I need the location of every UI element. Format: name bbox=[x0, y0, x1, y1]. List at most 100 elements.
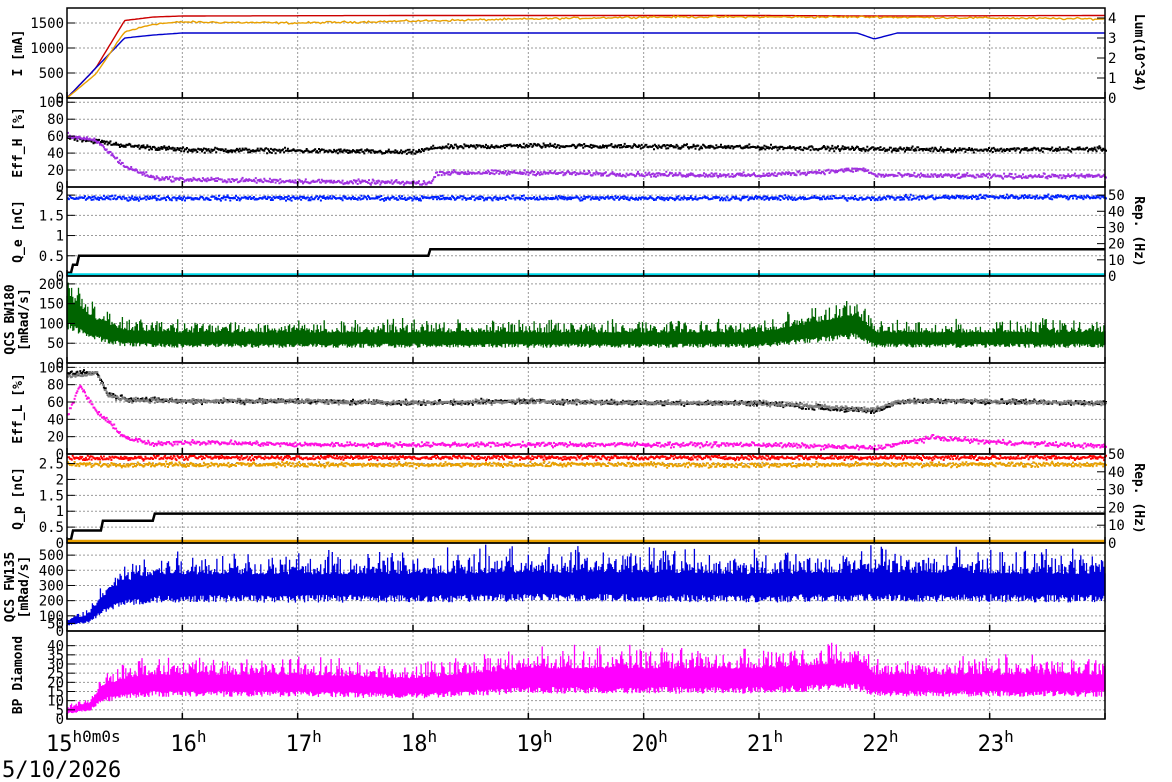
time-label: 17h bbox=[286, 727, 322, 757]
y-tick-label: 40 bbox=[47, 146, 64, 162]
panel-8: 0510152025303540BP Diamond bbox=[11, 630, 1106, 728]
y-tick-label: 60 bbox=[47, 395, 64, 411]
series-band-1 bbox=[66, 642, 1106, 714]
y-tick-label: 1 bbox=[56, 504, 64, 520]
y2-tick-label: 20 bbox=[1108, 500, 1125, 516]
y-tick-label: 60 bbox=[47, 129, 64, 145]
y2-tick-label: 30 bbox=[1108, 483, 1125, 499]
trend-chart: 05001000150001234 Lum(10^34)I [mA]0204060… bbox=[2, 7, 1146, 782]
y2-tick-label: 1 bbox=[1108, 71, 1116, 87]
y-tick-label: 100 bbox=[39, 360, 64, 376]
y2-tick-label: 20 bbox=[1108, 237, 1125, 253]
y-axis-label: Q_e [nC] bbox=[11, 200, 26, 263]
y2-tick-label: 30 bbox=[1108, 220, 1125, 236]
y-tick-label: 1500 bbox=[30, 16, 64, 32]
series-line-3 bbox=[67, 512, 1105, 541]
y-tick-label: 1 bbox=[56, 229, 64, 245]
y2-tick-label: 10 bbox=[1108, 253, 1125, 269]
series-band-1 bbox=[66, 282, 1106, 348]
y-tick-label: 20 bbox=[47, 430, 64, 446]
panel-1: 05001000150001234 Lum(10^34)I [mA] bbox=[11, 7, 1146, 107]
y-tick-label: 80 bbox=[47, 378, 64, 394]
panel-2: 020406080100Eff_H [%] bbox=[11, 95, 1107, 196]
panel-3: 00.511.5201020304050Rep. (Hz)Q_e [nC] bbox=[11, 186, 1146, 285]
panel-7: 050100200300400500QCS FW135 [mRad/s] bbox=[3, 542, 1106, 640]
panels-group: 05001000150001234 Lum(10^34)I [mA]0204060… bbox=[3, 7, 1146, 728]
y-tick-label: 500 bbox=[39, 548, 64, 564]
y-tick-label: 200 bbox=[39, 594, 64, 610]
time-label: 16h bbox=[170, 727, 206, 757]
time-label: 20h bbox=[632, 727, 668, 757]
panel-frame bbox=[66, 7, 1106, 99]
panel-4: 050100150200QCS BW180 [mRad/s] bbox=[3, 275, 1106, 372]
y2-axis-label: Rep. (Hz) bbox=[1131, 196, 1146, 266]
y2-tick-label: 10 bbox=[1108, 518, 1125, 534]
y-axis-label: BP Diamond bbox=[11, 636, 26, 714]
series-points-2 bbox=[67, 460, 1107, 470]
y-tick-label: 1.5 bbox=[39, 208, 64, 224]
y2-tick-label: 50 bbox=[1108, 188, 1125, 204]
y-axis-label: Q_p [nC] bbox=[11, 467, 26, 530]
time-axis: 15h0m0s 16h 17h 18h 19h 20h 21h 22h 23h bbox=[46, 727, 1014, 757]
y-tick-label: 40 bbox=[47, 639, 64, 655]
y-axis-label: I [mA] bbox=[11, 30, 26, 77]
panel-frame bbox=[66, 453, 1106, 544]
panel-frame bbox=[66, 186, 1106, 277]
y2-axis-label: Lum(10^34) bbox=[1131, 14, 1146, 92]
time-label: 21h bbox=[747, 727, 783, 757]
series-points-3 bbox=[67, 384, 1107, 451]
y2-tick-label: 0 bbox=[1108, 536, 1116, 552]
series-band-1 bbox=[66, 544, 1106, 626]
y-tick-label: 80 bbox=[47, 112, 64, 128]
y2-tick-label: 0 bbox=[1108, 91, 1116, 107]
y-axis-label: QCS BW180 bbox=[3, 284, 18, 355]
time-label-start: 15h0m0s bbox=[46, 727, 121, 757]
y2-tick-label: 4 bbox=[1108, 11, 1116, 27]
series-points-1 bbox=[67, 454, 1107, 462]
y-tick-label: 100 bbox=[39, 609, 64, 625]
y-tick-label: 0.5 bbox=[39, 249, 64, 265]
panel-frame bbox=[66, 275, 1106, 364]
y-tick-label: 1000 bbox=[30, 41, 64, 57]
y-tick-label: 100 bbox=[39, 95, 64, 111]
y-axis-label: Eff_L [%] bbox=[11, 373, 26, 443]
time-label: 23h bbox=[978, 727, 1014, 757]
y-tick-label: 40 bbox=[47, 412, 64, 428]
y-tick-label: 2 bbox=[56, 472, 64, 488]
y-axis-label: Eff_H [%] bbox=[11, 107, 26, 177]
y-tick-label: 200 bbox=[39, 277, 64, 293]
series-line-3 bbox=[66, 14, 1106, 99]
series-line-2 bbox=[67, 248, 1105, 275]
series-line-1 bbox=[66, 14, 1105, 99]
y-axis-label-line2: [mRad/s] bbox=[17, 288, 32, 351]
y-tick-label: 100 bbox=[39, 316, 64, 332]
date-label: 5/10/2026 bbox=[2, 758, 121, 782]
time-label: 19h bbox=[516, 727, 552, 757]
y-tick-label: 150 bbox=[39, 297, 64, 313]
y2-tick-label: 40 bbox=[1108, 465, 1125, 481]
y-axis-label-line2: [mRad/s] bbox=[17, 556, 32, 619]
y2-tick-label: 2 bbox=[1108, 51, 1116, 67]
y2-tick-label: 3 bbox=[1108, 31, 1116, 47]
y-tick-label: 20 bbox=[47, 163, 64, 179]
y-tick-label: 1.5 bbox=[39, 488, 64, 504]
y-tick-label: 300 bbox=[39, 578, 64, 594]
y-tick-label: 2.5 bbox=[39, 457, 64, 473]
y2-tick-label: 50 bbox=[1108, 447, 1125, 463]
series-points-1 bbox=[67, 135, 1107, 155]
y2-tick-label: 0 bbox=[1108, 269, 1116, 285]
panel-6: 00.511.522.501020304050Rep. (Hz)Q_p [nC] bbox=[11, 447, 1146, 552]
y-tick-label: 400 bbox=[39, 563, 64, 579]
series-points-2 bbox=[67, 371, 1107, 413]
y-tick-label: 500 bbox=[39, 66, 64, 82]
series-line-2 bbox=[66, 32, 1105, 99]
time-label: 22h bbox=[862, 727, 898, 757]
y-tick-label: 0.5 bbox=[39, 520, 64, 536]
time-label: 18h bbox=[401, 727, 437, 757]
y2-axis-label: Rep. (Hz) bbox=[1131, 463, 1146, 533]
panel-5: 020406080100Eff_L [%] bbox=[11, 360, 1107, 463]
y-tick-label: 50 bbox=[47, 336, 64, 352]
y-tick-label: 2 bbox=[56, 188, 64, 204]
y-axis-label: QCS FW135 bbox=[3, 552, 18, 622]
series-points-1 bbox=[67, 369, 1107, 414]
